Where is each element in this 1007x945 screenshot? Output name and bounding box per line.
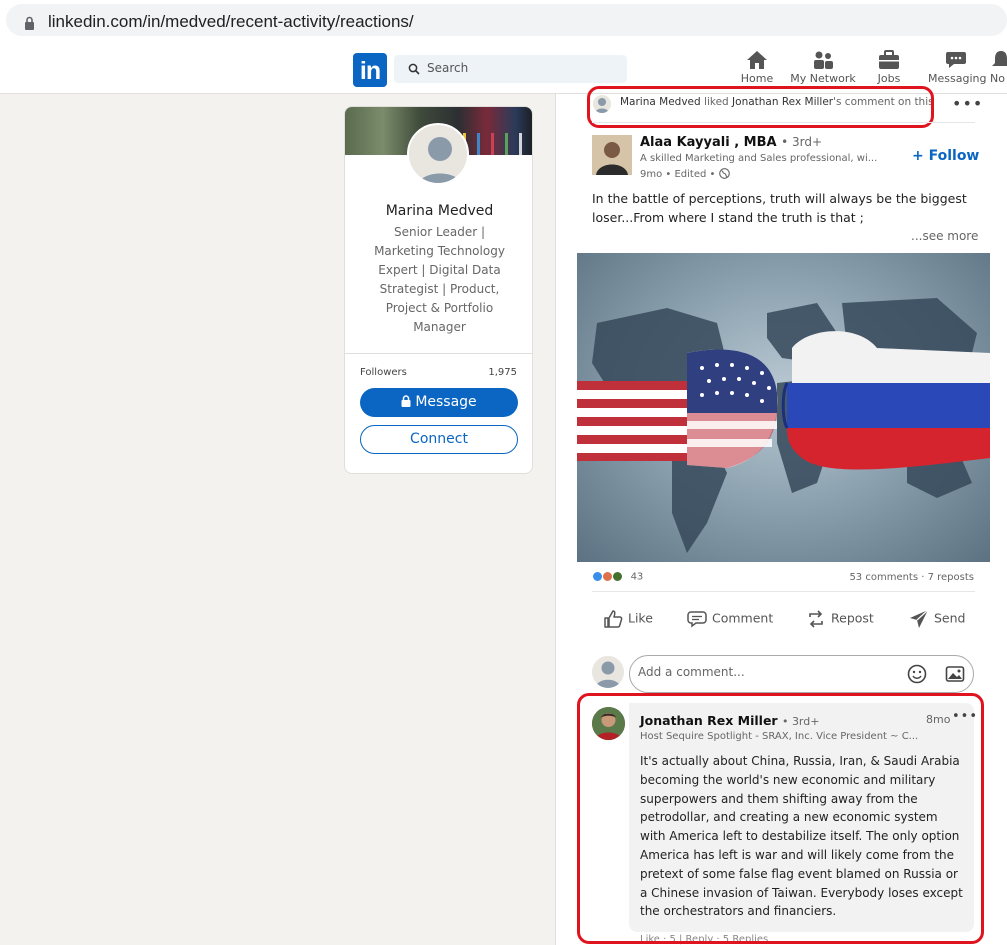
my-avatar[interactable] <box>592 656 624 688</box>
browser-address-bar: linkedin.com/in/medved/recent-activity/r… <box>0 0 1007 40</box>
comment-label: Comment <box>712 610 774 626</box>
nav-messaging[interactable]: Messaging <box>928 50 987 90</box>
post-image[interactable] <box>577 253 990 562</box>
send-icon <box>910 609 929 628</box>
follow-button[interactable]: + Follow <box>912 148 979 164</box>
profile-name[interactable]: Marina Medved <box>345 203 532 219</box>
nav-notifications-label: No <box>990 72 1005 85</box>
support-reaction-icon <box>612 571 624 582</box>
author-photo <box>592 135 632 175</box>
briefcase-icon <box>879 50 899 69</box>
nav-home[interactable]: Home <box>738 50 776 90</box>
repost-label: Repost <box>831 610 874 626</box>
url-text: linkedin.com/in/medved/recent-activity/r… <box>48 12 414 31</box>
post-text: In the battle of perceptions, truth will… <box>592 191 967 225</box>
profile-divider <box>345 353 532 354</box>
nav-jobs-label: Jobs <box>877 72 901 85</box>
comment-placeholder: Add a comment... <box>638 665 745 679</box>
post-author-headline: A skilled Marketing and Sales profession… <box>640 153 878 164</box>
russia-flag-arm <box>781 331 990 470</box>
connect-button-label: Connect <box>410 431 468 447</box>
see-more-link[interactable]: ...see more <box>911 229 978 243</box>
repost-icon <box>809 610 823 628</box>
post-time: 9mo • Edited • <box>640 168 730 180</box>
comment-icon <box>687 611 707 628</box>
profile-headline: Senior Leader | Marketing Technology Exp… <box>374 225 505 334</box>
repost-button[interactable]: Repost <box>806 609 874 633</box>
emoji-icon[interactable] <box>907 664 927 684</box>
nav-messaging-label: Messaging <box>928 72 987 85</box>
post-author-name-text: Alaa Kayyali , MBA <box>640 135 777 150</box>
comments-reposts-count[interactable]: 53 comments · 7 reposts <box>849 572 974 583</box>
followers-label: Followers <box>360 367 407 378</box>
post-author-degree: • 3rd+ <box>781 135 823 149</box>
nav-home-label: Home <box>740 72 774 85</box>
connect-button[interactable]: Connect <box>360 425 518 454</box>
lock-icon <box>401 395 411 407</box>
message-button-label: Message <box>415 394 477 410</box>
profile-card: Marina Medved Senior Leader | Marketing … <box>344 106 533 474</box>
highlight-comment <box>577 693 984 944</box>
search-placeholder: Search <box>427 61 469 75</box>
send-label: Send <box>934 610 966 626</box>
reactions-summary[interactable]: 43 <box>592 571 643 583</box>
post-author-avatar[interactable] <box>592 135 632 175</box>
person-placeholder-icon <box>418 137 462 183</box>
actions-divider <box>592 591 975 592</box>
reaction-count: 43 <box>630 571 644 583</box>
fist-bump-flags-illustration <box>577 298 990 553</box>
image-icon[interactable] <box>945 664 965 684</box>
like-label: Like <box>628 610 653 626</box>
header-divider <box>592 122 975 123</box>
comment-button[interactable]: Comment <box>687 609 773 633</box>
globe-icon <box>718 168 730 179</box>
network-icon <box>814 51 833 69</box>
send-button[interactable]: Send <box>909 609 965 633</box>
thumbs-up-icon <box>604 610 623 628</box>
lock-icon <box>25 16 34 30</box>
messaging-icon <box>946 52 966 68</box>
post-author-name[interactable]: Alaa Kayyali , MBA • 3rd+ <box>640 135 822 150</box>
linkedin-logo[interactable]: in <box>353 53 387 87</box>
nav-notifications[interactable]: No <box>990 50 1007 90</box>
like-button[interactable]: Like <box>603 609 653 633</box>
home-icon <box>747 51 767 69</box>
profile-avatar[interactable] <box>407 123 469 185</box>
person-placeholder-icon <box>595 661 621 688</box>
message-button[interactable]: Message <box>360 388 518 417</box>
nav-my-network-label: My Network <box>790 72 856 85</box>
nav-jobs[interactable]: Jobs <box>872 50 906 90</box>
post-time-text: 9mo • Edited • <box>640 169 716 180</box>
nav-my-network[interactable]: My Network <box>790 50 856 90</box>
more-options-icon[interactable]: ••• <box>952 94 983 113</box>
followers-count: 1,975 <box>488 367 517 378</box>
search-icon <box>408 63 420 75</box>
search-input[interactable]: Search <box>394 55 627 83</box>
url-field[interactable]: linkedin.com/in/medved/recent-activity/r… <box>6 4 1007 36</box>
bell-icon <box>992 51 1007 66</box>
